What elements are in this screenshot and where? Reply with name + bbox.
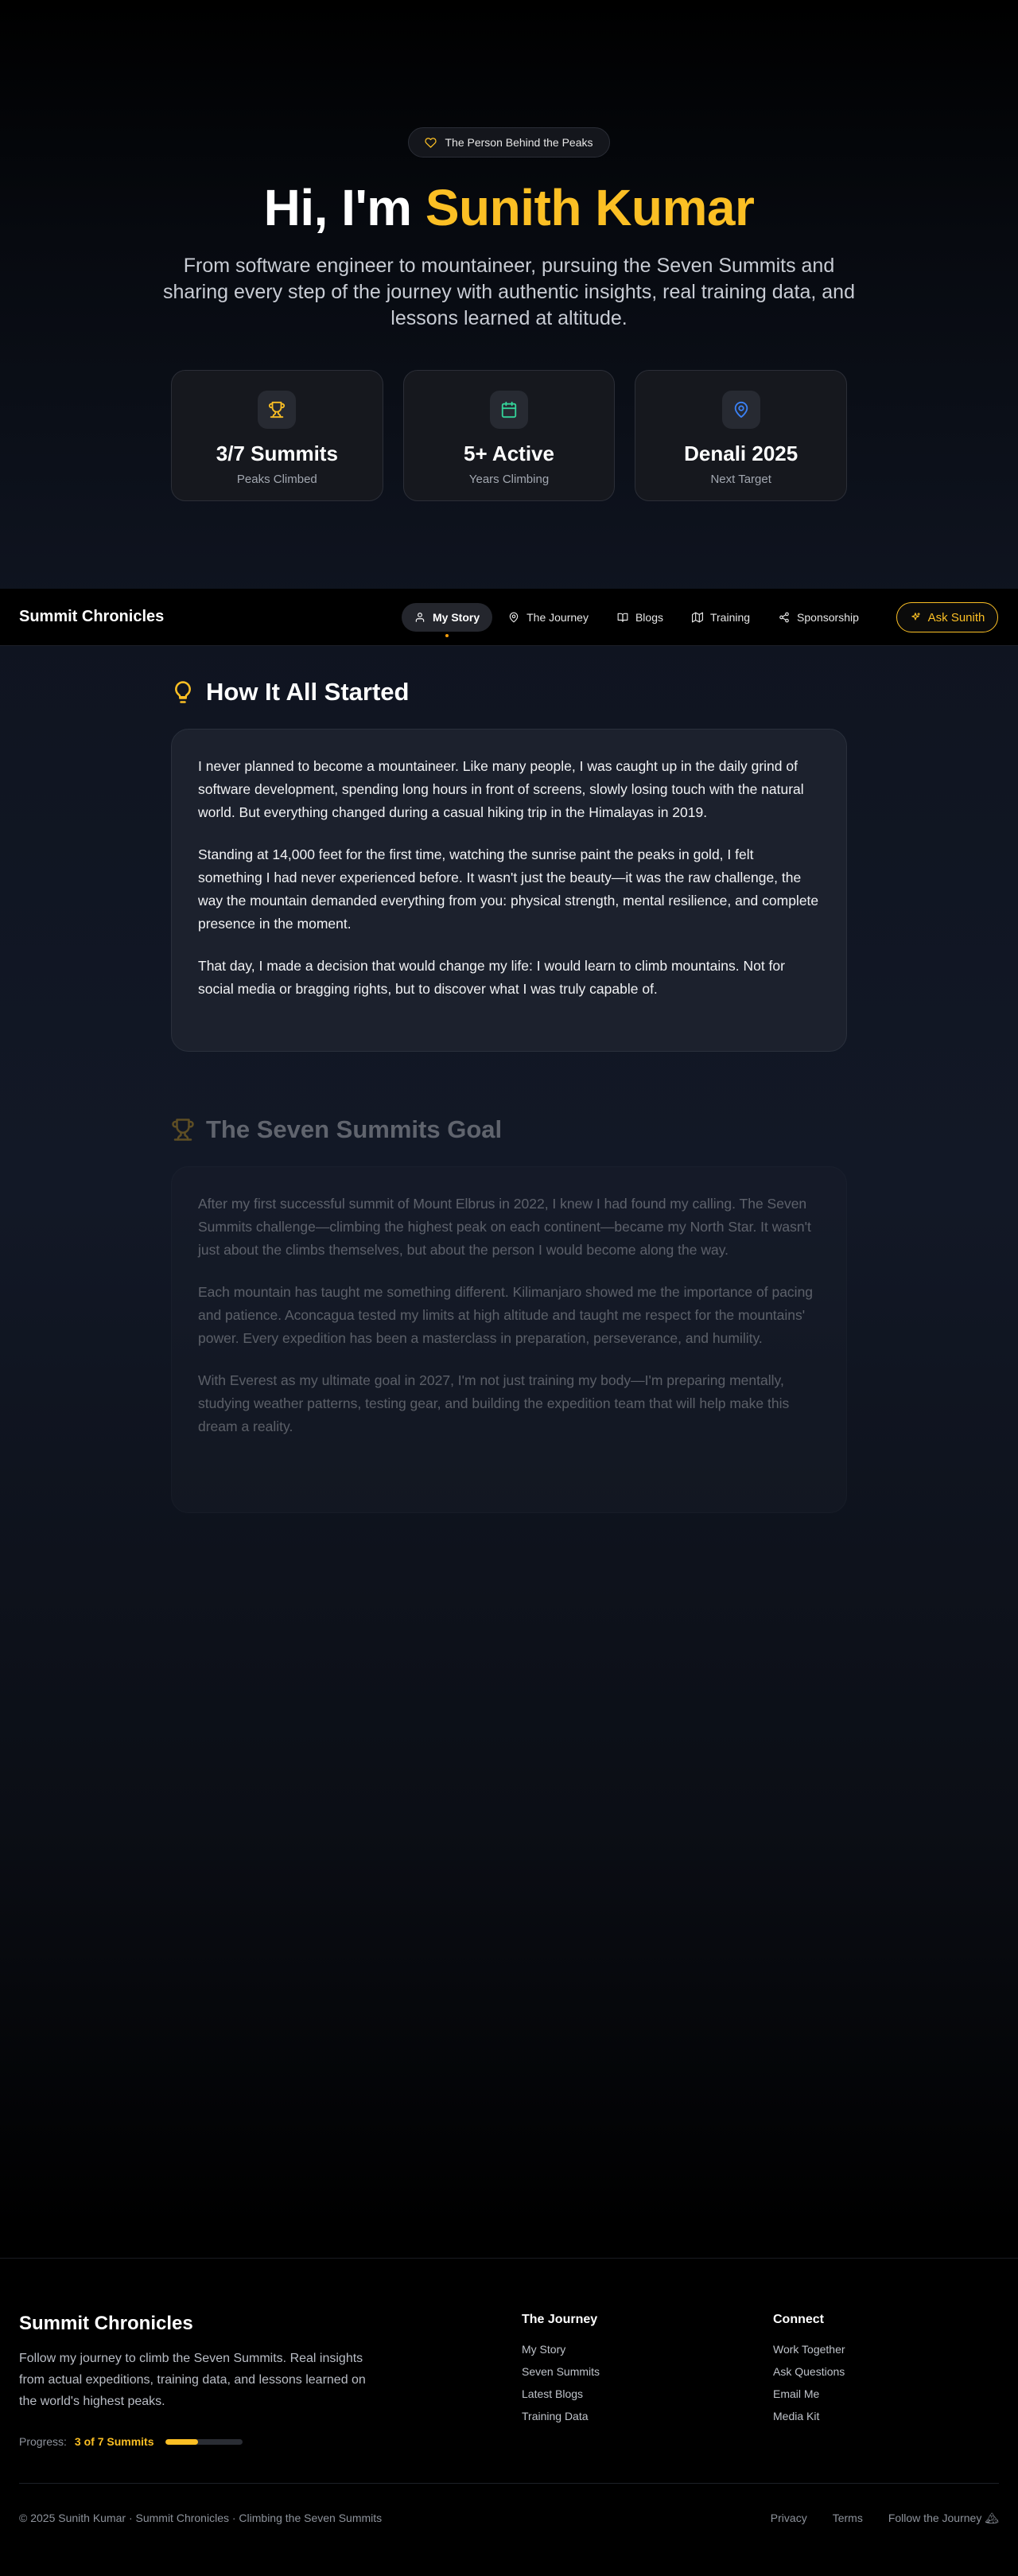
hero-badge-label: The Person Behind the Peaks bbox=[445, 136, 593, 149]
footer-link-training-data[interactable]: Training Data bbox=[522, 2410, 600, 2423]
ask-sunith-button[interactable]: Ask Sunith bbox=[896, 602, 998, 632]
section-heading-started: How It All Started bbox=[171, 678, 409, 706]
nav-item-label: Training bbox=[709, 611, 751, 624]
story-paragraph: That day, I made a decision that would c… bbox=[198, 958, 785, 997]
footer-link-email-me[interactable]: Email Me bbox=[773, 2387, 845, 2401]
map-icon bbox=[691, 612, 703, 623]
footer-link-media-kit[interactable]: Media Kit bbox=[773, 2410, 845, 2423]
hero-badge: The Person Behind the Peaks bbox=[408, 127, 610, 158]
hero-title-prefix: Hi, I'm bbox=[263, 179, 425, 236]
stat-value: 5+ Active bbox=[464, 442, 554, 465]
footer-link-work-together[interactable]: Work Together bbox=[773, 2343, 845, 2356]
ask-sunith-label: Ask Sunith bbox=[927, 610, 985, 625]
trophy-icon bbox=[172, 1119, 194, 1141]
stat-label: Years Climbing bbox=[468, 473, 550, 486]
hero-title: Hi, I'm Sunith Kumar bbox=[0, 177, 1018, 239]
footer-connect-column: Connect Work Together Ask Questions Emai… bbox=[773, 2313, 845, 2432]
nav-item-sponsorship[interactable]: Sponsorship bbox=[766, 603, 872, 632]
footer-link-ask-questions[interactable]: Ask Questions bbox=[773, 2365, 845, 2379]
stat-value: 3/7 Summits bbox=[216, 442, 338, 465]
hero-section: The Person Behind the Peaks Hi, I'm Suni… bbox=[0, 0, 1018, 589]
share-icon bbox=[779, 612, 789, 623]
story-paragraph: With Everest as my ultimate goal in 2027… bbox=[198, 1372, 790, 1434]
active-indicator bbox=[445, 634, 449, 637]
story-paragraph: I never planned to become a mountaineer.… bbox=[198, 758, 804, 820]
calendar-icon bbox=[490, 391, 528, 429]
progress-value: 3 of 7 Summits bbox=[74, 2435, 154, 2448]
nav-items: My Story The Journey Blogs Training Spon… bbox=[402, 603, 872, 637]
story-paragraph: After my first successful summit of Moun… bbox=[198, 1196, 811, 1258]
top-nav: Summit Chronicles My Story The Journey B… bbox=[0, 589, 1018, 646]
footer-progress: Progress: 3 of 7 Summits bbox=[19, 2435, 243, 2448]
nav-item-label: Sponsorship bbox=[797, 611, 859, 624]
progress-bar-fill bbox=[165, 2438, 199, 2445]
section-heading-seven-summits: The Seven Summits Goal bbox=[171, 1115, 502, 1144]
progress-label: Progress: bbox=[19, 2435, 67, 2448]
stat-card-summits: 3/7 Summits Peaks Climbed bbox=[171, 370, 383, 501]
story-paragraph: Standing at 14,000 feet for the first ti… bbox=[198, 846, 819, 932]
map-pin-icon bbox=[721, 391, 760, 429]
footer-link-follow[interactable]: Follow the Journey 🏔 bbox=[888, 2512, 999, 2525]
nav-item-training[interactable]: Training bbox=[679, 603, 763, 632]
stat-label: Peaks Climbed bbox=[236, 473, 317, 486]
footer-divider bbox=[19, 2483, 999, 2484]
book-icon bbox=[617, 613, 628, 622]
nav-item-label: The Journey bbox=[526, 611, 589, 624]
footer-journey-column: The Journey My Story Seven Summits Lates… bbox=[522, 2313, 600, 2432]
story-card-started: I never planned to become a mountaineer.… bbox=[171, 729, 847, 1052]
hero-title-name: Sunith Kumar bbox=[425, 179, 755, 236]
nav-item-label: Blogs bbox=[635, 611, 663, 624]
footer-link-my-story[interactable]: My Story bbox=[522, 2343, 600, 2356]
footer-link-latest-blogs[interactable]: Latest Blogs bbox=[522, 2387, 600, 2401]
story-card-seven-summits: After my first successful summit of Moun… bbox=[171, 1166, 847, 1513]
trophy-icon bbox=[258, 391, 297, 429]
section-title: How It All Started bbox=[206, 678, 410, 706]
footer-column-title: Connect bbox=[773, 2313, 824, 2326]
brand-logo[interactable]: Summit Chronicles bbox=[19, 608, 164, 626]
footer-description: Follow my journey to climb the Seven Sum… bbox=[19, 2352, 366, 2408]
footer-copyright: © 2025 Sunith Kumar · Summit Chronicles … bbox=[19, 2512, 383, 2524]
footer-link-terms[interactable]: Terms bbox=[833, 2512, 863, 2525]
heart-icon bbox=[425, 137, 437, 148]
map-pin-icon bbox=[509, 612, 519, 623]
stat-card-target: Denali 2025 Next Target bbox=[635, 370, 848, 501]
footer-column-title: The Journey bbox=[522, 2313, 598, 2326]
hero-subtitle: From software engineer to mountaineer, p… bbox=[163, 255, 855, 329]
footer-link-privacy[interactable]: Privacy bbox=[771, 2512, 807, 2525]
sparkle-icon bbox=[911, 613, 920, 621]
progress-bar bbox=[165, 2438, 243, 2445]
nav-item-journey[interactable]: The Journey bbox=[495, 603, 601, 632]
user-icon bbox=[415, 613, 425, 622]
nav-item-label: My Story bbox=[433, 611, 480, 624]
footer-link-seven-summits[interactable]: Seven Summits bbox=[522, 2365, 600, 2379]
footer: Summit Chronicles Follow my journey to c… bbox=[0, 2258, 1018, 2576]
stat-label: Next Target bbox=[710, 473, 771, 486]
footer-bottom-links: Privacy Terms Follow the Journey 🏔 bbox=[771, 2512, 999, 2525]
nav-item-blogs[interactable]: Blogs bbox=[604, 603, 676, 632]
nav-item-my-story[interactable]: My Story bbox=[402, 603, 493, 637]
section-title: The Seven Summits Goal bbox=[206, 1115, 503, 1143]
stat-value: Denali 2025 bbox=[684, 442, 798, 465]
story-paragraph: Each mountain has taught me something di… bbox=[198, 1284, 814, 1346]
footer-brand: Summit Chronicles bbox=[19, 2313, 193, 2334]
lightbulb-icon bbox=[175, 681, 191, 703]
stats-row: 3/7 Summits Peaks Climbed 5+ Active Year… bbox=[171, 370, 848, 501]
stat-card-years: 5+ Active Years Climbing bbox=[402, 370, 616, 501]
